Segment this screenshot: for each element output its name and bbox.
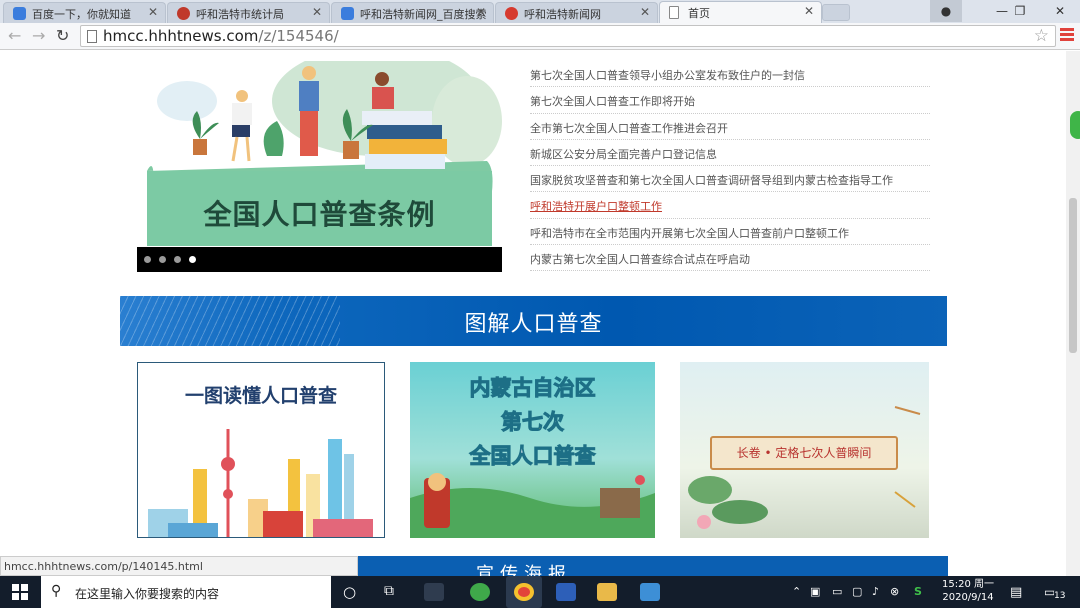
close-icon[interactable]: ✕: [804, 4, 814, 18]
news-logo-icon: [505, 7, 518, 20]
slide-dot[interactable]: [174, 256, 181, 263]
notification-count-badge: 13: [1054, 591, 1066, 601]
word-icon[interactable]: [556, 583, 576, 601]
windows-taskbar: ⚲ 在这里输入你要搜索的内容 ○ ⧉ ⌃ ▣ ▭ ▢ ♪ ⊗ S 15:20 周…: [0, 576, 1080, 608]
close-icon[interactable]: ✕: [640, 5, 650, 19]
taskbar-search-box[interactable]: ⚲ 在这里输入你要搜索的内容: [41, 576, 331, 608]
tab-label: 首页: [688, 7, 710, 20]
banner-caption: 全国人口普查条例: [203, 198, 436, 231]
close-icon[interactable]: ✕: [312, 5, 322, 19]
task-view-icon[interactable]: ⧉: [384, 583, 394, 599]
search-placeholder: 在这里输入你要搜索的内容: [75, 587, 220, 601]
tab-label: 呼和浩特新闻网: [524, 8, 601, 21]
card-line2: 第七次: [501, 410, 565, 435]
back-arrow-icon[interactable]: ←: [8, 27, 21, 45]
news-link[interactable]: 新城区公安分局全面完善户口登记信息: [530, 140, 930, 167]
close-circle-icon[interactable]: ⊗: [890, 585, 899, 598]
tab-label: 百度一下，你就知道: [32, 8, 131, 21]
floating-extension-icon[interactable]: [1070, 111, 1080, 139]
browser-360-icon[interactable]: [470, 583, 490, 601]
status-bar-url: hmcc.hhhtnews.com/p/140145.html: [0, 556, 358, 576]
tab-home[interactable]: 首页 ✕: [659, 1, 822, 23]
news-link[interactable]: 内蒙古第七次全国人口普查综合试点在呼启动: [530, 245, 930, 272]
tab-baidu[interactable]: 百度一下，你就知道 ✕: [3, 2, 166, 23]
network-icon[interactable]: ▢: [852, 585, 862, 598]
tab-baidu-search[interactable]: 呼和浩特新闻网_百度搜索 ✕: [331, 2, 494, 23]
banner-carousel[interactable]: 全国人口普查条例: [137, 61, 502, 272]
page-icon: [669, 6, 679, 19]
forward-arrow-icon[interactable]: →: [32, 27, 45, 45]
emblem-icon: [177, 7, 190, 20]
slide-dot[interactable]: [159, 256, 166, 263]
tab-label: 呼和浩特市统计局: [196, 8, 284, 21]
card-infographic[interactable]: 一图读懂人口普查: [137, 362, 385, 538]
slide-indicator-bar: [137, 247, 502, 272]
cortana-icon[interactable]: ○: [343, 583, 356, 601]
browser-toolbar: ← → ↻ hmcc.hhhtnews.com/z/154546/ ☆: [0, 23, 1080, 50]
section-header: 图解人口普查: [120, 296, 947, 346]
menu-icon[interactable]: [1060, 28, 1074, 42]
banner-illustration: [137, 61, 502, 272]
card-inner-mongolia-census[interactable]: 内蒙古自治区 第七次 全国人口普查: [410, 362, 655, 538]
close-window-button[interactable]: ✕: [1044, 0, 1076, 22]
search-icon: ⚲: [51, 583, 62, 599]
baidu-paw-icon: [13, 7, 26, 20]
tab-news-site[interactable]: 呼和浩特新闻网 ✕: [495, 2, 658, 23]
message-icon[interactable]: ▤: [1010, 585, 1022, 600]
card-scroll-painting[interactable]: 长卷 • 定格七次人普瞬间: [680, 362, 929, 538]
slide-dot[interactable]: [144, 256, 151, 263]
chrome-icon[interactable]: [514, 583, 534, 601]
bookmark-star-icon[interactable]: ☆: [1034, 26, 1049, 46]
news-link[interactable]: 全市第七次全国人口普查工作推进会召开: [530, 114, 930, 140]
clock-date: 2020/9/14: [942, 592, 994, 603]
card-line1: 内蒙古自治区: [469, 376, 596, 401]
new-tab-button[interactable]: [822, 4, 850, 21]
user-profile-icon[interactable]: ●: [930, 0, 962, 22]
chevron-up-icon[interactable]: ⌃: [792, 585, 801, 598]
tab-bar: 百度一下，你就知道 ✕ 呼和浩特市统计局 ✕ 呼和浩特新闻网_百度搜索 ✕ 呼和…: [0, 0, 1080, 23]
scrollbar-thumb[interactable]: [1069, 198, 1077, 353]
page-icon: [87, 30, 97, 43]
news-list: 第七次全国人口普查领导小组办公室发布致住户的一封信 第七次全国人口普查工作即将开…: [530, 61, 930, 272]
tab-label: 呼和浩特新闻网_百度搜索: [360, 8, 487, 21]
news-link[interactable]: 第七次全国人口普查工作即将开始: [530, 87, 930, 114]
folder-icon[interactable]: [597, 583, 617, 601]
url-text: hmcc.hhhtnews.com/z/154546/: [103, 27, 339, 45]
bottom-section-title: 宣传海报: [476, 564, 572, 576]
section-title: 图解人口普查: [464, 312, 603, 337]
clock-time: 15:20 周一: [942, 579, 994, 590]
card-title: 一图读懂人口普查: [184, 385, 337, 407]
address-bar[interactable]: hmcc.hhhtnews.com/z/154546/ ☆: [80, 25, 1056, 47]
system-clock[interactable]: 15:20 周一 2020/9/14: [940, 578, 996, 604]
photos-icon[interactable]: [640, 583, 660, 601]
baidu-paw-icon: [341, 7, 354, 20]
slide-dot-active[interactable]: [189, 256, 196, 263]
lotus-illustration: [688, 406, 921, 529]
page-content: 全国人口普查条例 第七次全国人口普查领导小组办公室发布致住户的一封信 第七次全国…: [0, 51, 1066, 576]
grassland-illustration: [410, 473, 655, 538]
app-icon[interactable]: [424, 583, 444, 601]
tab-stats-bureau[interactable]: 呼和浩特市统计局 ✕: [167, 2, 330, 23]
reload-icon[interactable]: ↻: [56, 27, 69, 45]
close-icon[interactable]: ✕: [148, 5, 158, 19]
volume-icon[interactable]: ♪: [872, 585, 879, 598]
tray-app-icon[interactable]: ▣: [810, 585, 820, 598]
bottom-section-header: 宣传海报: [358, 556, 948, 576]
news-link[interactable]: 第七次全国人口普查领导小组办公室发布致住户的一封信: [530, 61, 930, 88]
close-icon[interactable]: ✕: [476, 5, 486, 19]
news-link-hovered[interactable]: 呼和浩特开展户口整顿工作: [530, 192, 930, 219]
battery-icon[interactable]: ▭: [832, 585, 842, 598]
windows-start-icon[interactable]: [12, 584, 28, 600]
news-link[interactable]: 国家脱贫攻坚普查和第七次全国人口普查调研督导组到内蒙古检查指导工作: [530, 166, 930, 193]
input-method-icon[interactable]: S: [914, 585, 922, 598]
maximize-button[interactable]: ❐: [1004, 0, 1036, 22]
city-skyline-illustration: [148, 429, 373, 537]
news-link[interactable]: 呼和浩特市在全市范围内开展第七次全国人口普查前户口整顿工作: [530, 219, 930, 246]
card-line3: 全国人口普查: [469, 444, 596, 469]
